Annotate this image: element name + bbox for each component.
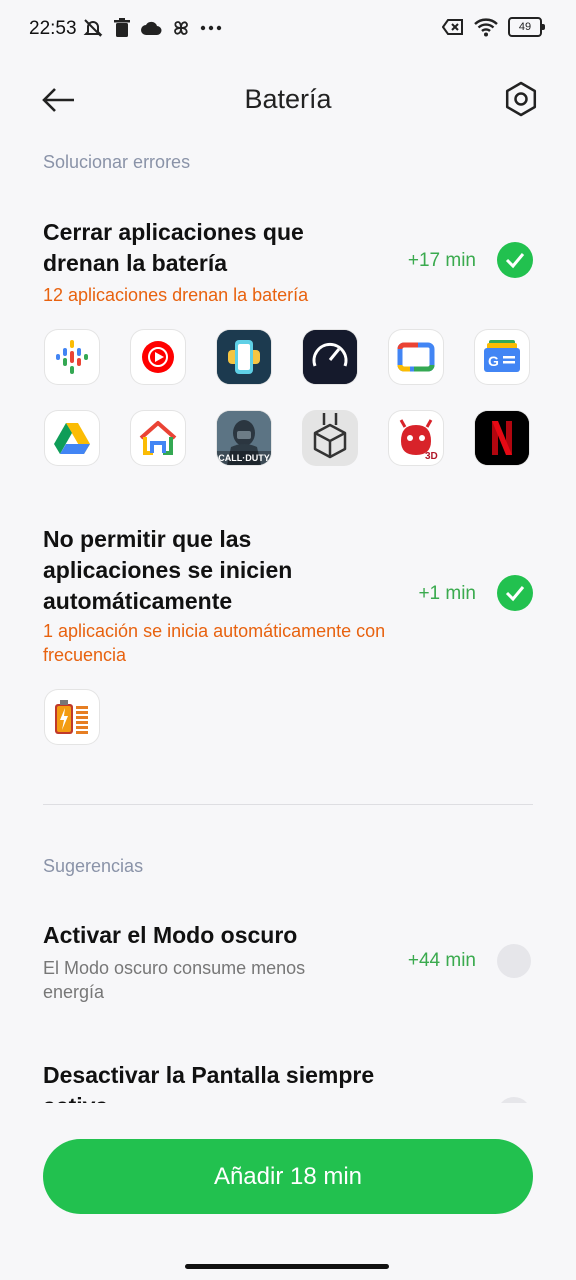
status-right-icons: 49 [442,17,545,37]
cloud-icon [141,21,162,35]
close-apps-checkbox[interactable] [497,242,533,278]
trash-icon [114,18,130,37]
call-of-duty-label: CALL·DUTY [218,453,270,463]
close-apps-subtitle: 12 aplicaciones drenan la batería [43,285,309,305]
page-title: Batería [244,84,332,114]
status-bar: 22:53 49 [0,0,576,58]
always-on-checkbox[interactable] [497,1097,531,1103]
always-on-title: Desactivar la Pantalla siempre activa [43,1062,375,1103]
auto-start-subtitle: 1 aplicación se inicia automáticamente c… [43,621,386,665]
close-apps-title: Cerrar aplicaciones que drenan la baterí… [43,219,304,276]
antutu-label: 3D [425,451,438,462]
auto-start-checkbox[interactable] [497,575,533,611]
mute-off-icon [83,19,103,37]
section-suggestions: Sugerencias [43,856,144,876]
dark-mode-subtitle: El Modo oscuro consume menos energía [43,958,306,1002]
svg-text:G: G [488,353,499,369]
battery-level: 49 [518,21,532,33]
google-drive-icon[interactable] [45,411,99,465]
google-home-icon[interactable] [131,411,185,465]
section-troubleshoot: Solucionar errores [43,152,191,172]
dark-mode-checkbox[interactable] [497,944,531,978]
antutu-3d-icon[interactable]: 3D [389,411,443,465]
check-icon [505,586,525,602]
google-news-icon[interactable]: G [475,330,529,384]
dark-mode-gain: +44 min [407,950,476,971]
settings-gear-icon [505,81,537,117]
check-icon [505,253,525,269]
more-dots-icon [200,25,222,31]
auto-start-gain: +1 min [418,583,476,604]
package-box-icon[interactable] [303,411,357,465]
status-time: 22:53 [29,18,77,39]
add-time-button[interactable]: Añadir 18 min [43,1139,533,1214]
battery-icon: 49 [508,17,545,37]
youtube-music-icon[interactable] [131,330,185,384]
battery-app-icon[interactable] [45,690,99,744]
no-sim-icon [442,19,463,35]
netflix-icon[interactable] [475,411,529,465]
content-scroll[interactable]: Solucionar errores Cerrar aplicaciones q… [0,140,576,1103]
pinwheel-icon [174,21,188,35]
speedtest-icon[interactable] [303,330,357,384]
auto-start-title: No permitir que las aplicaciones se inic… [43,526,293,614]
google-podcasts-icon[interactable] [45,330,99,384]
status-left-icons [82,17,222,39]
home-indicator[interactable] [185,1264,389,1269]
call-of-duty-icon[interactable]: CALL·DUTY [217,411,271,465]
google-tv-icon[interactable] [389,330,443,384]
wifi-icon [474,18,498,37]
header: Batería [0,70,576,130]
dark-mode-title: Activar el Modo oscuro [43,922,298,948]
app-icon-teal[interactable] [217,330,271,384]
settings-button[interactable] [502,80,540,118]
divider [43,804,533,805]
close-apps-gain: +17 min [407,250,476,271]
